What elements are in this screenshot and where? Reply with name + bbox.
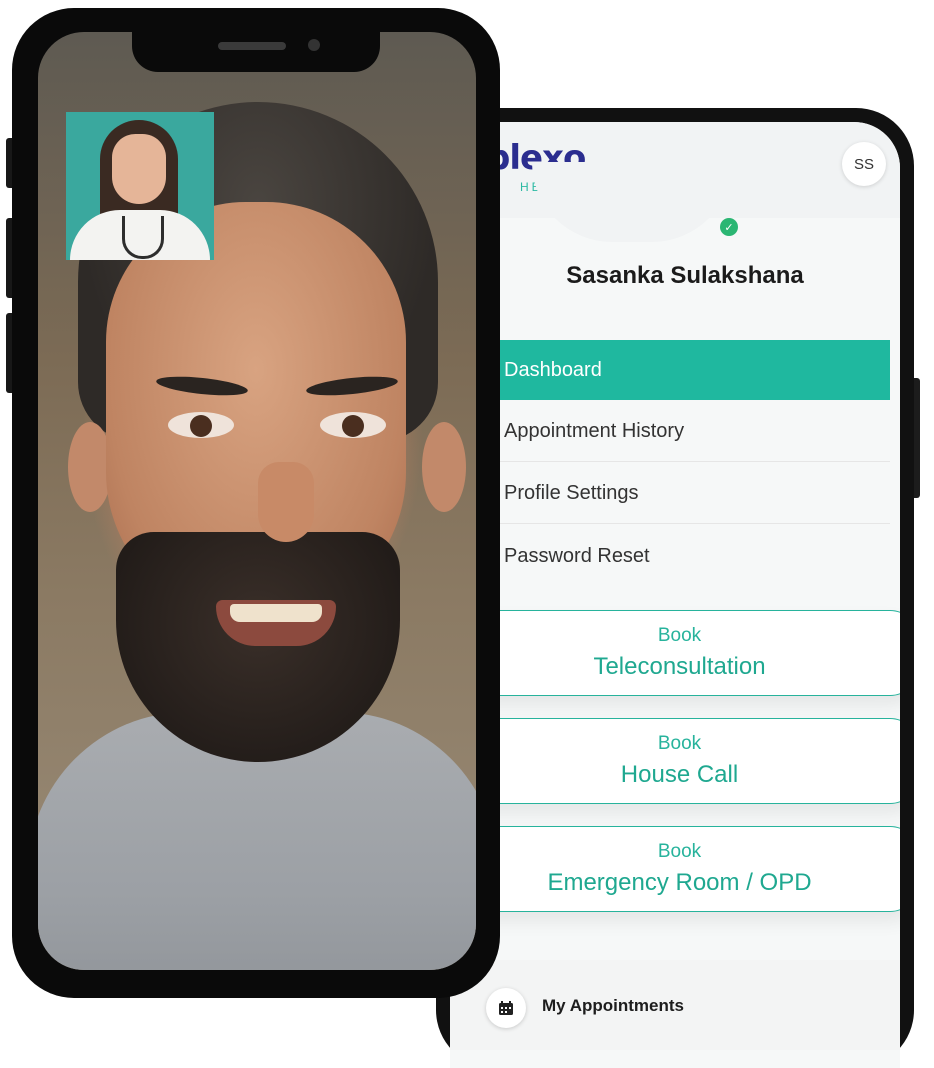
book-prefix: Book (657, 841, 702, 862)
calendar-icon[interactable] (486, 988, 526, 1028)
mute-switch (6, 138, 12, 188)
book-prefix: Book (657, 625, 702, 646)
book-title: House Call (620, 761, 739, 788)
video-subject-nose (258, 462, 314, 542)
bottom-bar: My Appointments (450, 960, 900, 1050)
app-screen: plexo HEALTH SS ✓ Sasanka Sulakshana Das… (450, 122, 900, 1068)
doctor-pip[interactable] (66, 112, 214, 260)
my-appointments-link[interactable]: My Appointments (542, 996, 684, 1016)
menu-item-label: Profile Settings (504, 482, 639, 504)
phone-notch (132, 26, 380, 72)
front-camera (308, 39, 320, 51)
profile-photo-area (532, 162, 732, 242)
menu-item-label: Dashboard (504, 358, 602, 381)
menu-item-appointment-history[interactable]: Appointment History (480, 402, 890, 462)
book-emergency-button[interactable]: Book Emergency Room / OPD (480, 826, 900, 912)
online-status-icon: ✓ (720, 218, 738, 236)
book-teleconsultation-button[interactable]: Book Teleconsultation (480, 610, 900, 696)
book-house-call-button[interactable]: Book House Call (480, 718, 900, 804)
patient-video (38, 32, 476, 970)
menu-item-label: Appointment History (504, 420, 685, 442)
stethoscope-icon (122, 216, 164, 259)
user-name: Sasanka Sulakshana (566, 262, 804, 289)
video-subject-eye (168, 412, 234, 438)
book-title: Teleconsultation (593, 653, 766, 680)
volume-down-button (6, 313, 12, 393)
menu-item-profile-settings[interactable]: Profile Settings (480, 464, 890, 524)
video-subject-eye (320, 412, 386, 438)
video-subject-ear (422, 422, 466, 512)
side-button (914, 378, 920, 498)
menu-item-label: Password Reset (504, 544, 650, 567)
volume-up-button (6, 218, 12, 298)
menu-item-dashboard[interactable]: Dashboard (480, 340, 890, 400)
user-avatar[interactable]: SS (842, 142, 886, 186)
video-subject-mouth (216, 600, 336, 646)
speaker-grille (218, 42, 286, 50)
book-prefix: Book (657, 733, 702, 754)
video-call-phone (6, 8, 500, 998)
app-phone: plexo HEALTH SS ✓ Sasanka Sulakshana Das… (436, 108, 920, 1068)
menu-item-password-reset[interactable]: Password Reset (480, 526, 890, 586)
book-title: Emergency Room / OPD (547, 869, 812, 896)
